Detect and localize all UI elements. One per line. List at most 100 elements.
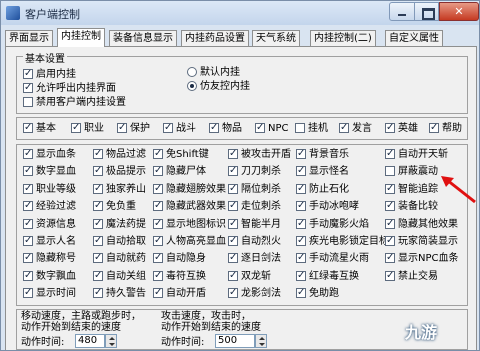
checkbox[interactable] bbox=[23, 148, 33, 160]
checkbox[interactable] bbox=[153, 183, 163, 195]
tab-plugin-potion-settings[interactable]: 内挂药品设置 bbox=[181, 30, 249, 47]
feature-option-label: 免负重 bbox=[106, 201, 136, 212]
checkbox[interactable] bbox=[93, 270, 103, 282]
title-bar[interactable]: 客户端控制 ✕ bbox=[1, 1, 479, 25]
checkbox[interactable] bbox=[296, 200, 306, 212]
close-icon: ✕ bbox=[454, 5, 464, 18]
checkbox[interactable] bbox=[93, 235, 103, 247]
checkbox[interactable] bbox=[228, 270, 238, 282]
checkbox[interactable] bbox=[296, 183, 306, 195]
checkbox[interactable] bbox=[339, 122, 349, 134]
checkbox[interactable] bbox=[153, 270, 163, 282]
checkbox[interactable] bbox=[153, 252, 163, 264]
checkbox[interactable] bbox=[228, 252, 238, 264]
tab-equipment-info[interactable]: 装备信息显示 bbox=[109, 30, 177, 47]
checkbox[interactable] bbox=[23, 287, 33, 299]
tab-interface-display[interactable]: 界面显示 bbox=[5, 30, 53, 47]
checkbox[interactable] bbox=[23, 235, 33, 247]
checkbox[interactable] bbox=[255, 122, 265, 134]
checkbox[interactable] bbox=[296, 218, 306, 230]
checkbox[interactable] bbox=[153, 148, 163, 160]
checkbox[interactable] bbox=[93, 148, 103, 160]
feature-option-label: 物品过滤 bbox=[106, 149, 146, 160]
radio[interactable] bbox=[187, 81, 197, 91]
checkbox[interactable] bbox=[117, 122, 127, 134]
checkbox[interactable] bbox=[385, 183, 395, 195]
category-label: NPC bbox=[268, 123, 289, 134]
checkbox[interactable] bbox=[93, 218, 103, 230]
feature-option-label: 防止石化 bbox=[309, 184, 349, 195]
tab-plugin-control[interactable]: 内挂控制 bbox=[57, 28, 105, 47]
checkbox[interactable] bbox=[23, 200, 33, 212]
feature-option-label: 走位刺杀 bbox=[241, 201, 281, 212]
radio[interactable] bbox=[187, 67, 197, 77]
checkbox[interactable] bbox=[385, 252, 395, 264]
checkbox[interactable] bbox=[228, 183, 238, 195]
checkbox[interactable] bbox=[228, 200, 238, 212]
checkbox[interactable] bbox=[93, 165, 103, 177]
feature-option-label: 手动流星火雨 bbox=[309, 253, 369, 264]
checkbox[interactable] bbox=[296, 252, 306, 264]
checkbox[interactable] bbox=[93, 287, 103, 299]
checkbox[interactable] bbox=[23, 82, 33, 94]
checkbox[interactable] bbox=[71, 122, 81, 134]
checkbox[interactable] bbox=[385, 218, 395, 230]
checkbox[interactable] bbox=[295, 123, 305, 133]
feature-option-label: 显示地图标识 bbox=[166, 219, 226, 230]
checkbox[interactable] bbox=[385, 270, 395, 282]
move-action-time-input[interactable]: 480 bbox=[75, 334, 105, 348]
checkbox[interactable] bbox=[296, 148, 306, 160]
checkbox[interactable] bbox=[385, 122, 395, 134]
checkbox[interactable] bbox=[296, 235, 306, 247]
tab-weather-system[interactable]: 天气系统 bbox=[252, 30, 300, 47]
checkbox[interactable] bbox=[296, 270, 306, 282]
checkbox[interactable] bbox=[23, 68, 33, 80]
checkbox[interactable] bbox=[23, 252, 33, 264]
attack-action-time-input[interactable]: 500 bbox=[215, 334, 255, 348]
checkbox[interactable] bbox=[23, 97, 33, 107]
tab-custom-attributes[interactable]: 自定义属性 bbox=[385, 30, 443, 47]
feature-option-label: 自动就药 bbox=[106, 253, 146, 264]
category-label: 发言 bbox=[352, 123, 372, 134]
checkbox[interactable] bbox=[93, 252, 103, 264]
attack-action-time-stepper[interactable] bbox=[255, 334, 267, 348]
checkbox[interactable] bbox=[228, 148, 238, 160]
checkbox[interactable] bbox=[23, 183, 33, 195]
checkbox[interactable] bbox=[228, 218, 238, 230]
maximize-button[interactable] bbox=[415, 2, 439, 21]
attack-speed-description: 攻击速度，攻击时， bbox=[161, 311, 251, 322]
feature-option-label: 数字显血 bbox=[36, 166, 76, 177]
feature-option-label: 自动烈火 bbox=[241, 236, 281, 247]
checkbox[interactable] bbox=[385, 148, 395, 160]
checkbox[interactable] bbox=[385, 235, 395, 247]
checkbox[interactable] bbox=[153, 235, 163, 247]
checkbox[interactable] bbox=[163, 122, 173, 134]
attack-speed-description-2: 动作开始到结束的速度 bbox=[161, 322, 261, 333]
checkbox[interactable] bbox=[93, 200, 103, 212]
tab-strip: 界面显示 内挂控制 装备信息显示 内挂药品设置 天气系统 内挂控制(二) 自定义… bbox=[5, 28, 477, 47]
minimize-button[interactable] bbox=[389, 2, 415, 21]
checkbox[interactable] bbox=[228, 287, 238, 299]
checkbox[interactable] bbox=[209, 122, 219, 134]
checkbox[interactable] bbox=[228, 235, 238, 247]
checkbox[interactable] bbox=[23, 122, 33, 134]
checkbox[interactable] bbox=[23, 165, 33, 177]
checkbox[interactable] bbox=[153, 218, 163, 230]
checkbox[interactable] bbox=[296, 287, 306, 299]
checkbox[interactable] bbox=[23, 218, 33, 230]
checkbox[interactable] bbox=[228, 165, 238, 177]
checkbox[interactable] bbox=[23, 270, 33, 282]
checkbox[interactable] bbox=[385, 200, 395, 212]
feature-option-label: 人物高亮显血 bbox=[166, 236, 226, 247]
checkbox[interactable] bbox=[296, 165, 306, 177]
checkbox[interactable] bbox=[385, 166, 395, 176]
move-action-time-stepper[interactable] bbox=[105, 334, 117, 348]
checkbox[interactable] bbox=[429, 122, 439, 134]
checkbox[interactable] bbox=[153, 287, 163, 299]
close-button[interactable]: ✕ bbox=[439, 2, 479, 21]
tab-plugin-control-2[interactable]: 内挂控制(二) bbox=[310, 30, 376, 47]
feature-option-label: 隐藏其他效果 bbox=[398, 219, 458, 230]
checkbox[interactable] bbox=[153, 200, 163, 212]
checkbox[interactable] bbox=[153, 165, 163, 177]
checkbox[interactable] bbox=[93, 183, 103, 195]
